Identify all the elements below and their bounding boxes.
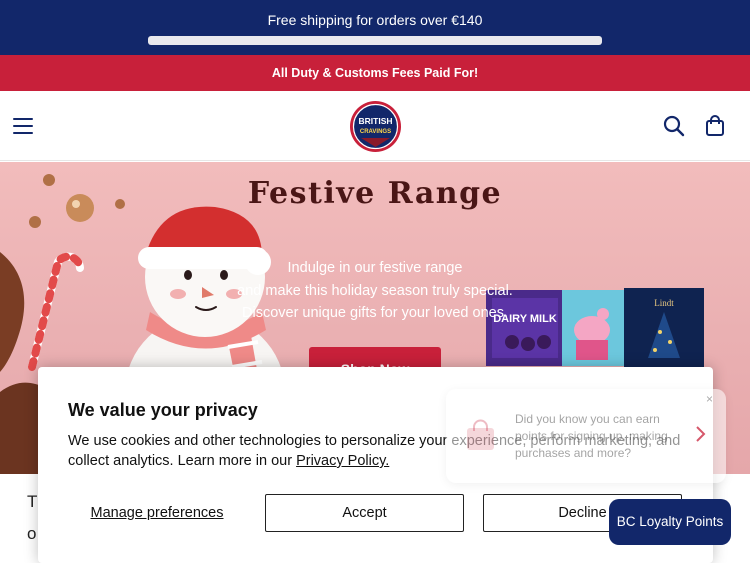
hero-text-line-2: and make this holiday season truly speci… [237, 283, 513, 299]
shipping-announcement-bar: Free shipping for orders over €140 [0, 0, 750, 55]
site-header: BRITISH CRAVINGS [0, 91, 750, 161]
loyalty-popup: Did you know you can earn points for sig… [446, 389, 726, 483]
logo-text-british: BRITISH [359, 116, 393, 126]
hero-text-line-3: Discover unique gifts for your loved one… [242, 305, 508, 321]
duty-announcement-bar: All Duty & Customs Fees Paid For! [0, 55, 750, 91]
product-advent-peppa [562, 290, 624, 366]
duty-announcement-text: All Duty & Customs Fees Paid For! [271, 66, 479, 80]
privacy-policy-link[interactable]: Privacy Policy. [296, 453, 389, 469]
cookie-title: We value your privacy [68, 400, 258, 420]
chevron-right-icon[interactable] [694, 425, 706, 443]
shopping-bag-icon[interactable] [704, 115, 726, 137]
shipping-progress-bar [148, 36, 602, 45]
close-icon[interactable]: × [706, 392, 713, 406]
accept-button[interactable]: Accept [265, 494, 464, 532]
loyalty-popup-text: Did you know you can earn points for sig… [515, 412, 668, 460]
hero-title: Festive Range [247, 176, 503, 211]
loyalty-bag-icon [467, 419, 494, 450]
logo-text-cravings: CRAVINGS [360, 129, 391, 135]
manage-preferences-link[interactable]: Manage preferences [68, 494, 246, 532]
menu-icon[interactable] [12, 115, 36, 137]
search-icon[interactable] [663, 115, 685, 137]
product-advent-lindt: Lindt [624, 288, 704, 368]
shipping-announcement-text: Free shipping for orders over €140 [267, 12, 483, 28]
product-advent-dairy-milk: DAIRY MILK [486, 290, 564, 366]
section-text-line-2: o [27, 524, 37, 543]
hero-text-line-1: Indulge in our festive range [287, 260, 463, 276]
site-logo[interactable]: BRITISH CRAVINGS [349, 100, 402, 153]
loyalty-points-button[interactable]: BC Loyalty Points [609, 499, 731, 545]
bauble-small-2 [29, 216, 41, 228]
